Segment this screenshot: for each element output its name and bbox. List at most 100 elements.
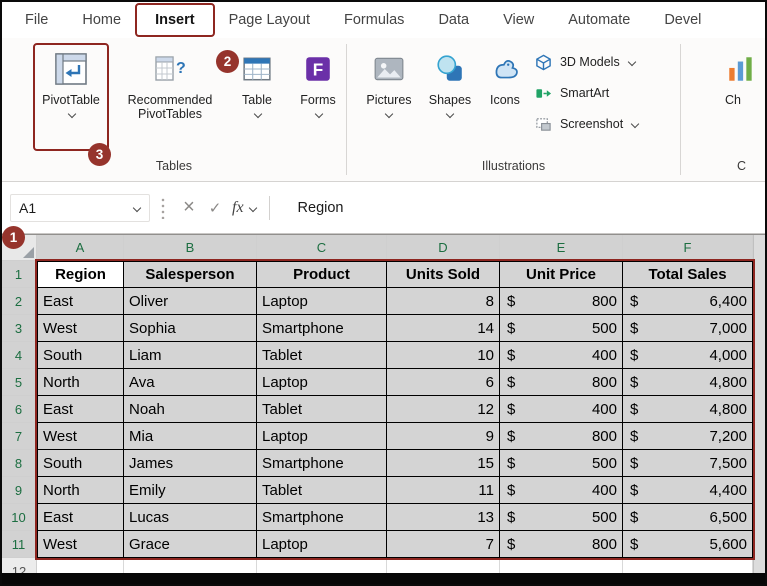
cell-B4[interactable]: Liam: [124, 342, 257, 369]
icons-button[interactable]: Icons: [481, 46, 529, 148]
row-header-10[interactable]: 10: [2, 504, 37, 531]
cell-F9[interactable]: $4,400: [623, 477, 753, 504]
column-header-C[interactable]: C: [257, 235, 387, 261]
recommended-pivottables-button[interactable]: ? Recommended PivotTables: [116, 46, 224, 148]
cell-B3[interactable]: Sophia: [124, 315, 257, 342]
cell-E11[interactable]: $800: [500, 531, 623, 558]
cell-F5[interactable]: $4,800: [623, 369, 753, 396]
cell-F6[interactable]: $4,800: [623, 396, 753, 423]
cell-B8[interactable]: James: [124, 450, 257, 477]
cell-E7[interactable]: $800: [500, 423, 623, 450]
cell-C4[interactable]: Tablet: [257, 342, 387, 369]
cell-F1[interactable]: Total Sales: [623, 261, 753, 288]
tab-automate[interactable]: Automate: [551, 6, 647, 34]
cell-B11[interactable]: Grace: [124, 531, 257, 558]
row-header-2[interactable]: 2: [2, 288, 37, 315]
tab-home[interactable]: Home: [65, 6, 138, 34]
cell-F4[interactable]: $4,000: [623, 342, 753, 369]
column-header-F[interactable]: F: [623, 235, 753, 261]
cell-F7[interactable]: $7,200: [623, 423, 753, 450]
cell-D4[interactable]: 10: [387, 342, 500, 369]
cell-C7[interactable]: Laptop: [257, 423, 387, 450]
cell-E5[interactable]: $800: [500, 369, 623, 396]
shapes-button[interactable]: Shapes: [423, 46, 477, 148]
cell-E2[interactable]: $800: [500, 288, 623, 315]
cell-A2[interactable]: East: [37, 288, 124, 315]
cell-D1[interactable]: Units Sold: [387, 261, 500, 288]
cell-C11[interactable]: Laptop: [257, 531, 387, 558]
cancel-icon[interactable]: [176, 195, 202, 221]
column-header-B[interactable]: B: [124, 235, 257, 261]
cell-B6[interactable]: Noah: [124, 396, 257, 423]
enter-icon[interactable]: [202, 195, 228, 221]
name-box[interactable]: A1: [10, 194, 150, 222]
cell-E9[interactable]: $400: [500, 477, 623, 504]
cell-E4[interactable]: $400: [500, 342, 623, 369]
cell-D5[interactable]: 6: [387, 369, 500, 396]
cell-B2[interactable]: Oliver: [124, 288, 257, 315]
cell-D6[interactable]: 12: [387, 396, 500, 423]
cell-A7[interactable]: West: [37, 423, 124, 450]
column-header-D[interactable]: D: [387, 235, 500, 261]
cell-D2[interactable]: 8: [387, 288, 500, 315]
cell-F11[interactable]: $5,600: [623, 531, 753, 558]
row-header-3[interactable]: 3: [2, 315, 37, 342]
tab-file[interactable]: File: [8, 6, 65, 34]
cell-F2[interactable]: $6,400: [623, 288, 753, 315]
row-header-11[interactable]: 11: [2, 531, 37, 558]
cell-D3[interactable]: 14: [387, 315, 500, 342]
cell-F8[interactable]: $7,500: [623, 450, 753, 477]
tab-formulas[interactable]: Formulas: [327, 6, 421, 34]
cell-C2[interactable]: Laptop: [257, 288, 387, 315]
tab-insert[interactable]: Insert: [138, 6, 212, 34]
row-header-8[interactable]: 8: [2, 450, 37, 477]
cell-B5[interactable]: Ava: [124, 369, 257, 396]
cell-A11[interactable]: West: [37, 531, 124, 558]
row-header-6[interactable]: 6: [2, 396, 37, 423]
tab-page-layout[interactable]: Page Layout: [212, 6, 327, 34]
cell-F10[interactable]: $6,500: [623, 504, 753, 531]
cell-A9[interactable]: North: [37, 477, 124, 504]
cell-C10[interactable]: Smartphone: [257, 504, 387, 531]
charts-button[interactable]: Ch: [725, 46, 765, 148]
cell-D7[interactable]: 9: [387, 423, 500, 450]
formula-input[interactable]: Region: [298, 200, 344, 216]
vertical-scrollbar[interactable]: [753, 235, 765, 584]
row-header-1[interactable]: 1: [2, 261, 37, 288]
cell-C3[interactable]: Smartphone: [257, 315, 387, 342]
cell-E1[interactable]: Unit Price: [500, 261, 623, 288]
cell-C1[interactable]: Product: [257, 261, 387, 288]
3d-models-button[interactable]: 3D Models: [535, 52, 639, 72]
cell-D10[interactable]: 13: [387, 504, 500, 531]
cell-A3[interactable]: West: [37, 315, 124, 342]
tab-view[interactable]: View: [486, 6, 551, 34]
row-header-9[interactable]: 9: [2, 477, 37, 504]
cell-D8[interactable]: 15: [387, 450, 500, 477]
cell-C5[interactable]: Laptop: [257, 369, 387, 396]
cell-B1[interactable]: Salesperson: [124, 261, 257, 288]
row-header-4[interactable]: 4: [2, 342, 37, 369]
cell-A1[interactable]: Region: [37, 261, 124, 288]
forms-button[interactable]: F Forms: [290, 46, 346, 148]
cell-C8[interactable]: Smartphone: [257, 450, 387, 477]
pictures-button[interactable]: Pictures: [359, 46, 419, 148]
cell-A10[interactable]: East: [37, 504, 124, 531]
cell-B9[interactable]: Emily: [124, 477, 257, 504]
cell-F3[interactable]: $7,000: [623, 315, 753, 342]
table-button[interactable]: Table: [232, 46, 282, 148]
smartart-button[interactable]: SmartArt: [535, 83, 639, 103]
cell-E3[interactable]: $500: [500, 315, 623, 342]
cell-E10[interactable]: $500: [500, 504, 623, 531]
row-header-5[interactable]: 5: [2, 369, 37, 396]
tab-data[interactable]: Data: [421, 6, 486, 34]
cell-A6[interactable]: East: [37, 396, 124, 423]
cell-C6[interactable]: Tablet: [257, 396, 387, 423]
cell-A4[interactable]: South: [37, 342, 124, 369]
column-header-E[interactable]: E: [500, 235, 623, 261]
cell-A5[interactable]: North: [37, 369, 124, 396]
cell-D11[interactable]: 7: [387, 531, 500, 558]
cell-B7[interactable]: Mia: [124, 423, 257, 450]
screenshot-button[interactable]: Screenshot: [535, 114, 639, 134]
column-header-A[interactable]: A: [37, 235, 124, 261]
cell-A8[interactable]: South: [37, 450, 124, 477]
